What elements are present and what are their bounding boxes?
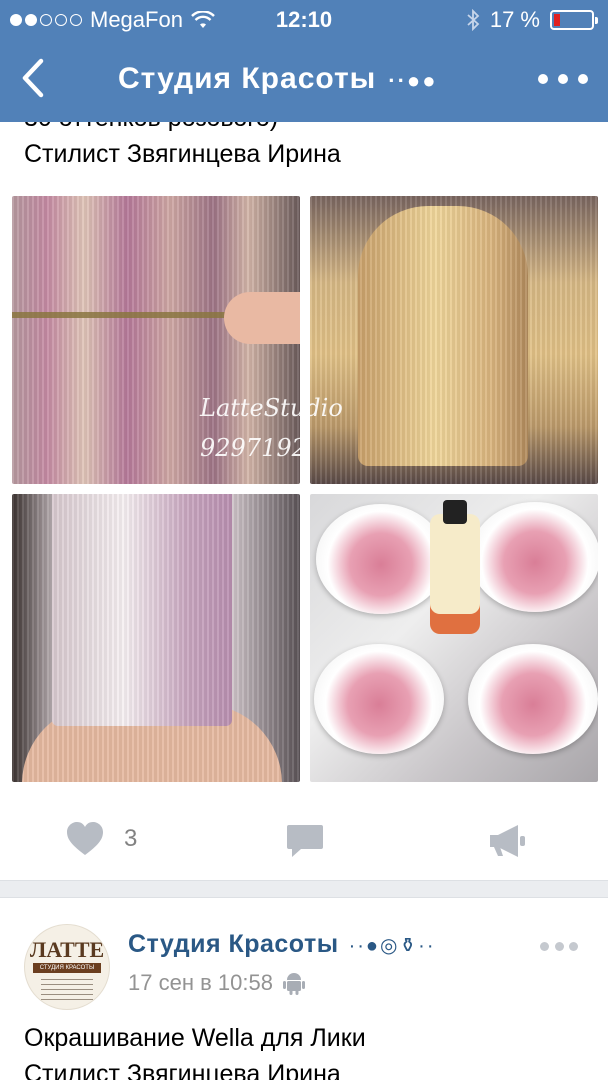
- status-right: 17 %: [466, 7, 598, 33]
- heart-icon: [67, 822, 103, 855]
- dot-icon: [569, 942, 578, 951]
- post-text-line: Окрашивание Wella для Лики: [24, 1024, 366, 1052]
- android-icon: [282, 973, 305, 995]
- watermark: LatteStudio 9297192: [200, 394, 343, 462]
- battery-level: [554, 14, 560, 26]
- post-timestamp: 17 сен в 10:58: [128, 970, 305, 996]
- comment-button[interactable]: [286, 824, 324, 863]
- photo-back-view[interactable]: [12, 494, 300, 782]
- post-author[interactable]: Студия Красоты ··●◎⚱··: [128, 930, 436, 959]
- photo-blonde-bob[interactable]: [310, 196, 598, 484]
- avatar-subtitle: СТУДИЯ КРАСОТЫ: [39, 965, 95, 971]
- timestamp-text: 17 сен в 10:58: [128, 970, 273, 995]
- post-text-line: Стилист Звягинцева Ирина: [24, 140, 341, 168]
- megaphone-icon: [490, 825, 525, 857]
- dye-bowl: [316, 504, 446, 614]
- like-button[interactable]: 3: [66, 822, 137, 856]
- battery-percent: 17 %: [489, 7, 540, 32]
- hand: [224, 292, 300, 344]
- app-header: MegaFon 12:10 17 % Студия Красоты ··●●: [0, 0, 608, 122]
- dot-icon: [554, 942, 564, 951]
- dot-icon: [578, 74, 588, 84]
- hair-texture: [310, 196, 598, 484]
- page-title-text: Студия Красоты: [118, 62, 377, 95]
- developer-bottle: [430, 514, 480, 634]
- avatar-logo: ЛАТТЕ: [29, 937, 105, 962]
- post-menu-button[interactable]: [540, 942, 578, 952]
- status-bar: MegaFon 12:10 17 %: [0, 0, 608, 40]
- bottle-cap: [443, 500, 467, 524]
- battery-icon: [550, 10, 598, 30]
- dot-icon: [538, 74, 548, 84]
- post-text-line: Стилист Звягинцева Ирина: [24, 1060, 341, 1080]
- back-button[interactable]: [10, 56, 54, 100]
- comb: [12, 312, 242, 318]
- dye-bowl: [470, 502, 598, 612]
- chevron-left-icon: [22, 58, 44, 98]
- avatar-contact-lines: [41, 979, 93, 1001]
- dye-bowl: [468, 644, 598, 754]
- title-emoji: ··●●: [388, 68, 438, 93]
- comment-icon: [287, 825, 323, 857]
- nav-bar: Студия Красоты ··●●: [0, 40, 608, 122]
- avatar[interactable]: ЛАТТЕ СТУДИЯ КРАСОТЫ: [24, 924, 110, 1010]
- dye-bowl: [314, 644, 444, 754]
- dot-icon: [558, 74, 568, 84]
- hair-texture: [12, 494, 300, 782]
- post-text: Окрашивание Wella для Лики Стилист Звяги…: [24, 1020, 584, 1080]
- post-actions: 3: [0, 812, 608, 872]
- photo-dye-bowls[interactable]: [310, 494, 598, 782]
- page-title: Студия Красоты ··●●: [118, 62, 438, 96]
- author-name: Студия Красоты: [128, 930, 339, 958]
- author-emoji: ··●◎⚱··: [348, 935, 436, 957]
- dot-icon: [540, 942, 549, 951]
- bluetooth-icon: [467, 9, 480, 31]
- post-divider: [0, 880, 608, 898]
- like-count: 3: [124, 825, 138, 852]
- photo-grid: LatteStudio 9297192: [12, 196, 598, 782]
- more-options-button[interactable]: [538, 64, 588, 94]
- share-button[interactable]: [488, 824, 526, 863]
